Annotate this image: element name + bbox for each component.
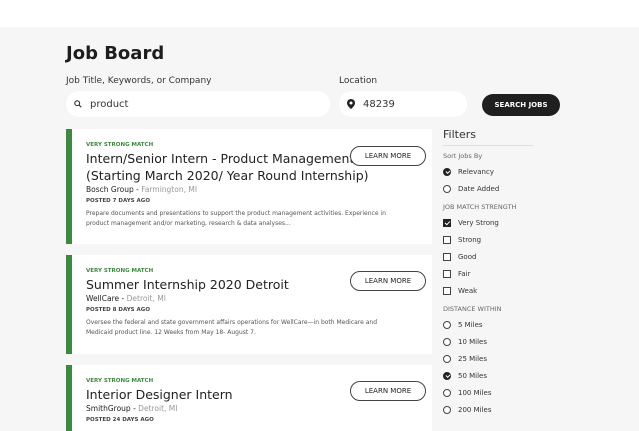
distance-option-200[interactable]: 200 Miles [443,401,543,418]
radio-icon [443,184,451,193]
job-company: WellCare - Detroit, MI [86,294,166,303]
posted-date: POSTED 24 DAYS AGO [86,417,154,423]
radio-selected-icon [443,371,451,380]
radio-icon [443,320,451,329]
job-title-continued[interactable]: (Starting March 2020/ Year Round Interns… [86,167,369,184]
radio-icon [443,337,451,346]
job-title[interactable]: Summer Internship 2020 Detroit [86,276,289,293]
job-description: Prepare documents and presentations to s… [86,210,386,227]
distance-option-10[interactable]: 10 Miles [443,333,543,350]
match-strength-label: VERY STRONG MATCH [86,142,154,148]
radio-icon [443,388,451,397]
job-title[interactable]: Interior Designer Intern [86,386,233,403]
strength-option-fair[interactable]: Fair [443,265,543,282]
page-title: Job Board [66,43,165,64]
search-icon [74,100,82,108]
job-location: Detroit, MI [126,294,166,303]
job-card[interactable]: VERY STRONG MATCH Intern/Senior Intern -… [66,129,432,244]
strength-option-very-strong[interactable]: Very Strong [443,214,543,231]
checkbox-icon [443,235,451,244]
location-pin-icon [347,99,355,109]
location-value: 48239 [363,98,395,110]
company-name: SmithGroup [86,404,131,413]
location-input[interactable]: 48239 [339,91,467,117]
location-label: Location [339,76,378,86]
learn-more-button[interactable]: LEARN MORE [350,271,426,291]
strength-option-strong[interactable]: Strong [443,231,543,248]
job-card[interactable]: VERY STRONG MATCH Interior Designer Inte… [66,365,432,431]
distance-option-25[interactable]: 25 Miles [443,350,543,367]
radio-selected-icon [443,167,451,176]
distance-option-50[interactable]: 50 Miles [443,367,543,384]
filters-panel: Filters Sort Jobs By Relevancy Date Adde… [443,128,543,418]
match-strength-heading: JOB MATCH STRENGTH [443,203,517,211]
checkbox-icon [443,252,451,261]
job-title[interactable]: Intern/Senior Intern - Product Managemen… [86,150,354,167]
filters-title: Filters [443,128,533,146]
sort-heading: Sort Jobs By [443,152,483,160]
job-location: Detroit, MI [138,404,178,413]
strength-option-good[interactable]: Good [443,248,543,265]
posted-date: POSTED 7 DAYS AGO [86,198,150,204]
job-description: Oversee the federal and state government… [86,319,378,336]
job-company: Bosch Group - Farmington, MI [86,185,198,194]
search-jobs-button[interactable]: SEARCH JOBS [482,94,560,116]
keywords-value: product [90,98,129,110]
checkbox-icon [443,269,451,278]
posted-date: POSTED 8 DAYS AGO [86,307,150,313]
checkbox-checked-icon [443,218,451,227]
checkbox-icon [443,286,451,295]
learn-more-button[interactable]: LEARN MORE [350,146,426,166]
distance-option-100[interactable]: 100 Miles [443,384,543,401]
sort-option-relevancy[interactable]: Relevancy [443,163,543,180]
sort-option-date-added[interactable]: Date Added [443,180,543,197]
match-strength-label: VERY STRONG MATCH [86,378,154,384]
company-name: WellCare [86,294,120,303]
strength-option-weak[interactable]: Weak [443,282,543,299]
keywords-label: Job Title, Keywords, or Company [66,76,212,86]
company-name: Bosch Group [86,185,134,194]
job-location: Farmington, MI [141,185,198,194]
keywords-input[interactable]: product [66,91,330,117]
job-company: SmithGroup - Detroit, MI [86,404,178,413]
radio-icon [443,405,451,414]
distance-option-5[interactable]: 5 Miles [443,316,543,333]
distance-heading: DISTANCE WITHIN [443,305,502,313]
job-card[interactable]: VERY STRONG MATCH Summer Internship 2020… [66,255,432,354]
radio-icon [443,354,451,363]
match-strength-label: VERY STRONG MATCH [86,268,154,274]
learn-more-button[interactable]: LEARN MORE [350,381,426,401]
